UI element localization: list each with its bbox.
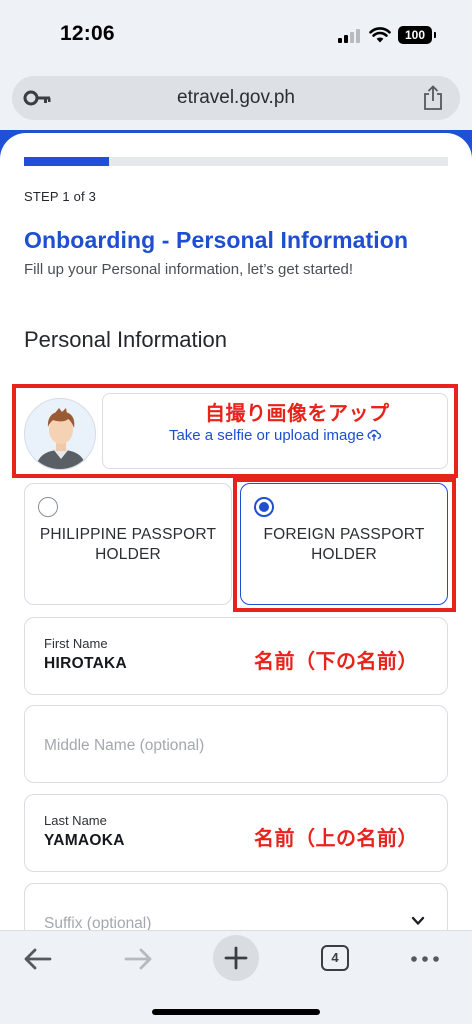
last-name-annotation-text: 名前（上の名前） [254, 828, 418, 850]
battery-icon: 100 [398, 26, 436, 44]
status-time: 12:06 [60, 22, 115, 45]
back-arrow-icon[interactable] [14, 939, 62, 979]
last-name-label: Last Name [44, 813, 107, 828]
page-title: Onboarding - Personal Information [24, 227, 409, 253]
suffix-select[interactable]: Suffix (optional) [24, 883, 448, 933]
more-icon[interactable] [401, 939, 449, 979]
first-name-value[interactable]: HIROTAKA [44, 655, 127, 673]
url-text[interactable]: etravel.gov.ph [12, 87, 460, 109]
selfie-annotation-text: 自撮り画像をアップ [205, 403, 390, 425]
step-label: STEP 1 of 3 [24, 189, 97, 204]
first-name-label: First Name [44, 636, 108, 651]
browser-toolbar: 4 [0, 930, 472, 1024]
progress-bar-fill [24, 157, 109, 166]
home-indicator [152, 1009, 320, 1015]
status-bar: 12:06 100 [0, 0, 472, 64]
middle-name-field[interactable]: Middle Name (optional) [24, 705, 448, 783]
middle-name-placeholder: Middle Name (optional) [44, 737, 205, 754]
tabs-icon[interactable]: 4 [321, 945, 349, 971]
first-name-annotation-text: 名前（下の名前） [254, 651, 418, 673]
wifi-icon [369, 27, 391, 43]
address-bar[interactable]: etravel.gov.ph [12, 76, 460, 120]
share-icon[interactable] [422, 85, 444, 111]
philippine-passport-radio[interactable] [38, 497, 58, 517]
philippine-passport-label: PHILIPPINE PASSPORT HOLDER [39, 526, 217, 563]
plus-icon [224, 946, 248, 970]
chevron-down-icon[interactable] [411, 916, 425, 926]
page-subtitle: Fill up your Personal information, let’s… [24, 261, 354, 278]
philippine-passport-option[interactable]: PHILIPPINE PASSPORT HOLDER [24, 483, 232, 605]
section-title: Personal Information [24, 327, 227, 352]
new-tab-button[interactable] [213, 935, 259, 981]
foreign-passport-annotation-box [233, 478, 456, 612]
cellular-signal-icon [338, 28, 362, 43]
progress-bar [24, 157, 448, 166]
forward-arrow-icon[interactable] [114, 939, 162, 979]
last-name-value[interactable]: YAMAOKA [44, 832, 125, 850]
